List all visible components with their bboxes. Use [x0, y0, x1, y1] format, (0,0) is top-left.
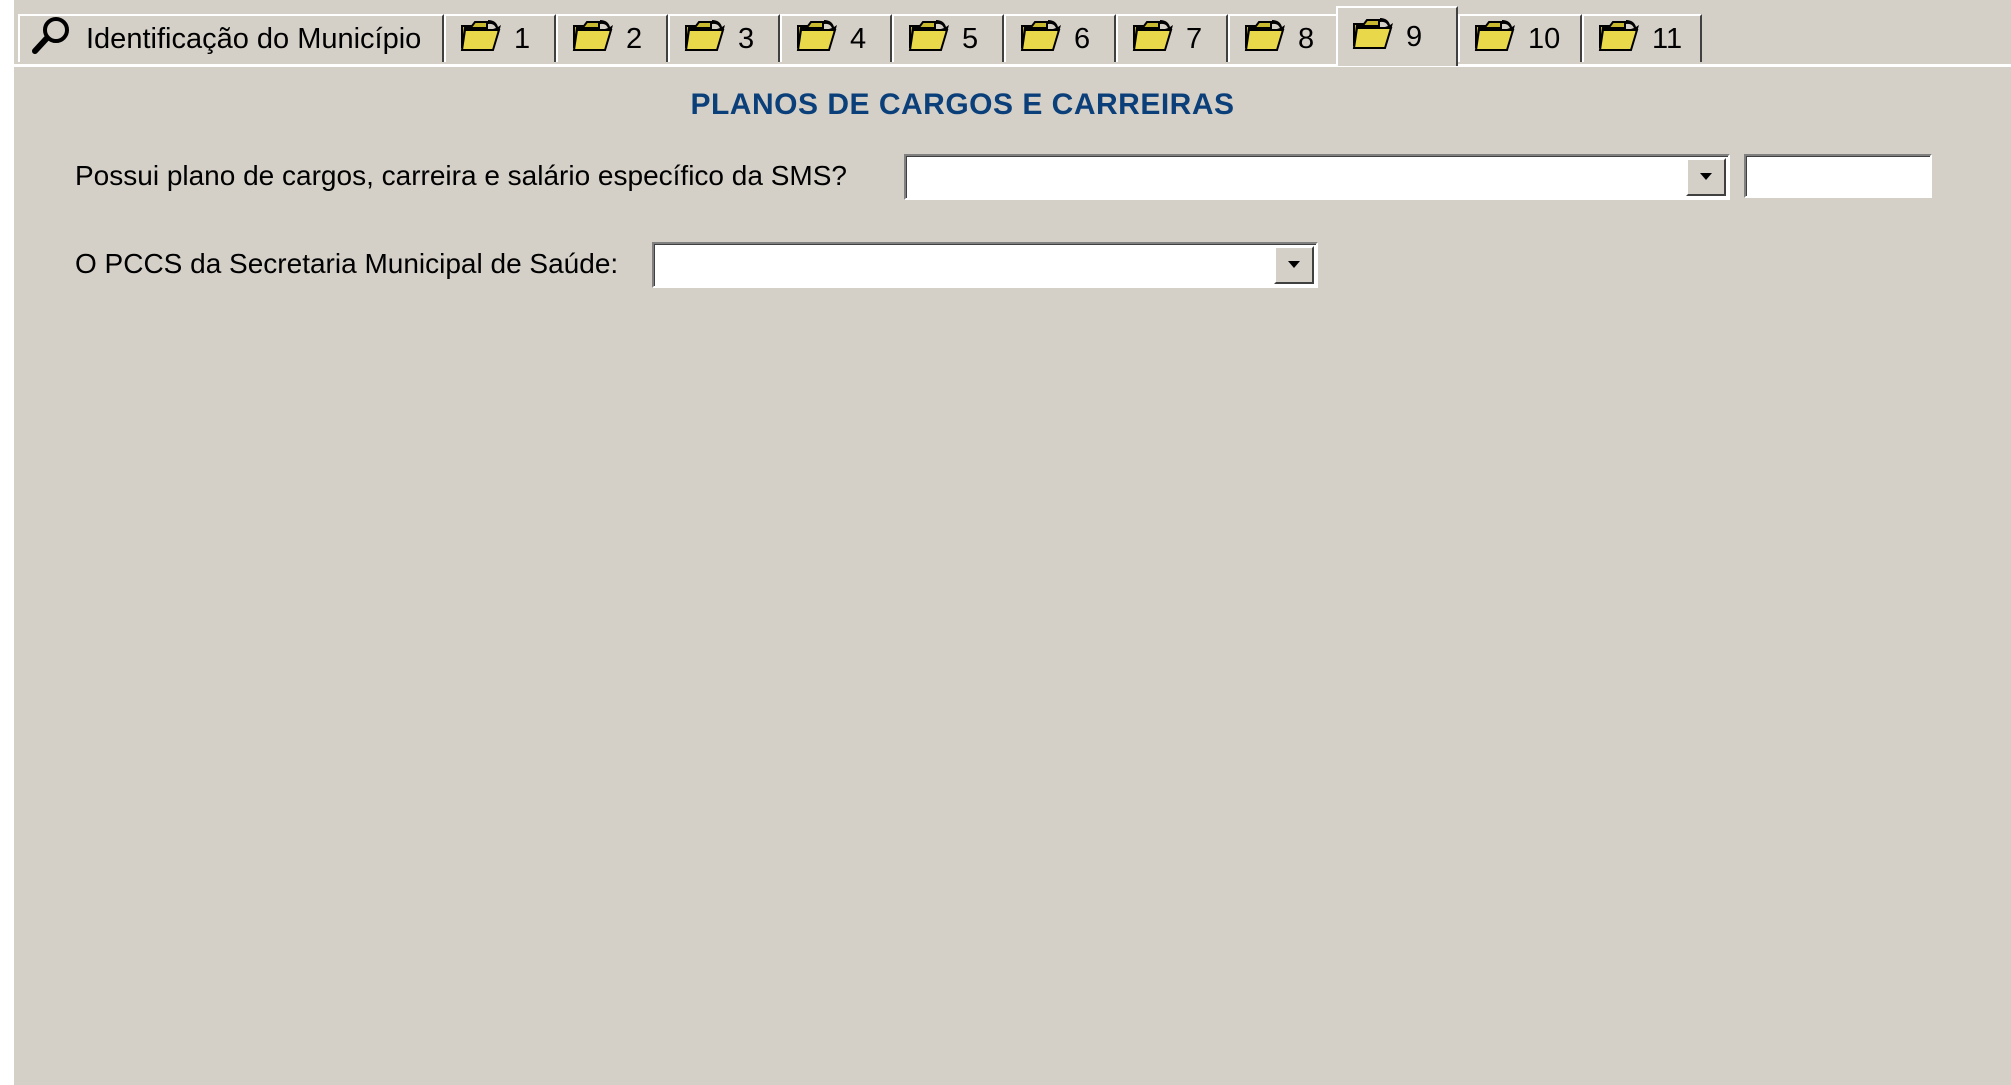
chevron-down-icon [1699, 168, 1713, 186]
folder-open-icon [460, 18, 502, 60]
tab-label: 11 [1652, 22, 1683, 55]
folder-open-icon [1598, 18, 1640, 60]
q1-dropdown-button[interactable] [1686, 158, 1726, 196]
q1-extra-field[interactable] [1744, 154, 1932, 198]
tab-label: 5 [962, 22, 979, 55]
folder-open-icon [1352, 16, 1394, 58]
tab-10[interactable]: 10 [1458, 14, 1582, 62]
tab-label: 1 [514, 22, 531, 55]
tab-identificacao[interactable]: Identificação do Município [18, 14, 444, 62]
tab-label: 2 [626, 22, 643, 55]
section-title-text: PLANOS DE CARGOS E CARREIRAS [690, 88, 1235, 121]
section-title: PLANOS DE CARGOS E CARREIRAS [14, 88, 2011, 122]
q2-dropdown-button[interactable] [1274, 246, 1314, 284]
tab-7[interactable]: 7 [1116, 14, 1228, 62]
tab-3[interactable]: 3 [668, 14, 780, 62]
tab-9[interactable]: 9 [1336, 6, 1458, 66]
tab-label: Identificação do Município [86, 22, 422, 55]
tab-2[interactable]: 2 [556, 14, 668, 62]
tab-label: 6 [1074, 22, 1091, 55]
tab-label: 7 [1186, 22, 1203, 55]
q2-combobox[interactable] [652, 242, 1318, 288]
tab-5[interactable]: 5 [892, 14, 1004, 62]
tab-strip-baseline [14, 64, 2011, 67]
folder-open-icon [1474, 18, 1516, 60]
tab-label: 4 [850, 22, 867, 55]
q1-label: Possui plano de cargos, carreira e salár… [75, 160, 847, 191]
folder-open-icon [684, 18, 726, 60]
folder-open-icon [1020, 18, 1062, 60]
form-window: Identificação do Município 1 2 3 4 5 6 7… [14, 0, 2011, 1085]
folder-open-icon [796, 18, 838, 60]
tab-1[interactable]: 1 [444, 14, 556, 62]
tab-label: 8 [1298, 22, 1315, 55]
tab-strip: Identificação do Município 1 2 3 4 5 6 7… [14, 0, 2011, 67]
q2-label: O PCCS da Secretaria Municipal de Saúde: [75, 248, 619, 279]
tab-label: 3 [738, 22, 755, 55]
tab-label: 10 [1528, 22, 1561, 55]
tab-6[interactable]: 6 [1004, 14, 1116, 62]
outer-frame-edge [0, 0, 14, 1085]
folder-open-icon [572, 18, 614, 60]
folder-open-icon [1244, 18, 1286, 60]
tab-label: 9 [1406, 20, 1423, 53]
chevron-down-icon [1287, 256, 1301, 274]
folder-open-icon [908, 18, 950, 60]
folder-open-icon [1132, 18, 1174, 60]
tab-8[interactable]: 8 [1228, 14, 1340, 62]
q1-combobox[interactable] [904, 154, 1730, 200]
tab-11[interactable]: 11 [1582, 14, 1702, 62]
search-icon [30, 15, 74, 63]
tab-4[interactable]: 4 [780, 14, 892, 62]
